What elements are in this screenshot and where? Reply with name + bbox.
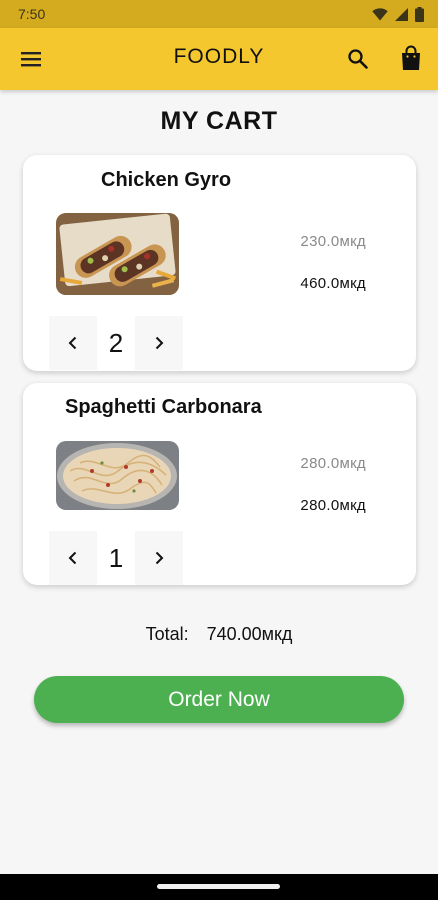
item-image [56, 213, 179, 295]
item-name: Spaghetti Carbonara [65, 396, 262, 418]
page-title: MY CART [160, 107, 278, 135]
decrease-quantity-button[interactable] [49, 316, 97, 370]
quantity-stepper: 1 [49, 531, 187, 585]
unit-price: 230.0мкд [300, 233, 366, 250]
quantity-value: 1 [108, 542, 124, 573]
item-name: Chicken Gyro [101, 169, 232, 191]
quantity-value: 2 [108, 327, 124, 358]
shopping-bag-icon [402, 45, 420, 70]
cart-total: Total: 740.00мкд [0, 624, 438, 645]
order-now-label: Order Now [168, 687, 270, 711]
chicken-gyro-photo [56, 213, 179, 295]
menu-button[interactable] [20, 48, 44, 70]
search-icon [348, 49, 368, 69]
quantity-stepper: 2 [49, 316, 187, 370]
status-icons [372, 6, 424, 22]
total-value: 740.00мкд [206, 624, 293, 644]
app-title: FOODLY [173, 45, 265, 68]
cart-item-card: Chicken Gyro 230.0мкд 460.0мкд 2 [23, 155, 416, 371]
chevron-right-icon [155, 336, 164, 350]
increase-quantity-button[interactable] [135, 316, 183, 370]
wifi-icon [372, 7, 388, 20]
cart-item-card: Spaghetti Carbonara 280.0мкд 280.0мкд 1 [23, 383, 416, 585]
battery-icon [415, 6, 424, 22]
search-button[interactable] [346, 47, 370, 71]
line-total: 280.0мкд [300, 497, 366, 514]
line-total: 460.0мкд [300, 275, 366, 292]
status-time: 7:50 [18, 6, 46, 22]
app-bar: FOODLY [0, 28, 438, 90]
chevron-left-icon [68, 336, 77, 350]
chevron-right-icon [155, 551, 164, 565]
hamburger-menu-icon [21, 52, 41, 67]
home-gesture-handle[interactable] [157, 884, 280, 889]
order-now-button[interactable]: Order Now [34, 676, 404, 723]
status-bar: 7:50 [0, 0, 438, 28]
chevron-left-icon [68, 551, 77, 565]
unit-price: 280.0мкд [300, 455, 366, 472]
item-image [56, 441, 179, 510]
increase-quantity-button[interactable] [135, 531, 183, 585]
signal-icon [395, 7, 408, 21]
cart-bag-button[interactable] [399, 45, 423, 71]
total-label: Total: [145, 624, 189, 644]
decrease-quantity-button[interactable] [49, 531, 97, 585]
spaghetti-carbonara-photo [56, 441, 179, 510]
